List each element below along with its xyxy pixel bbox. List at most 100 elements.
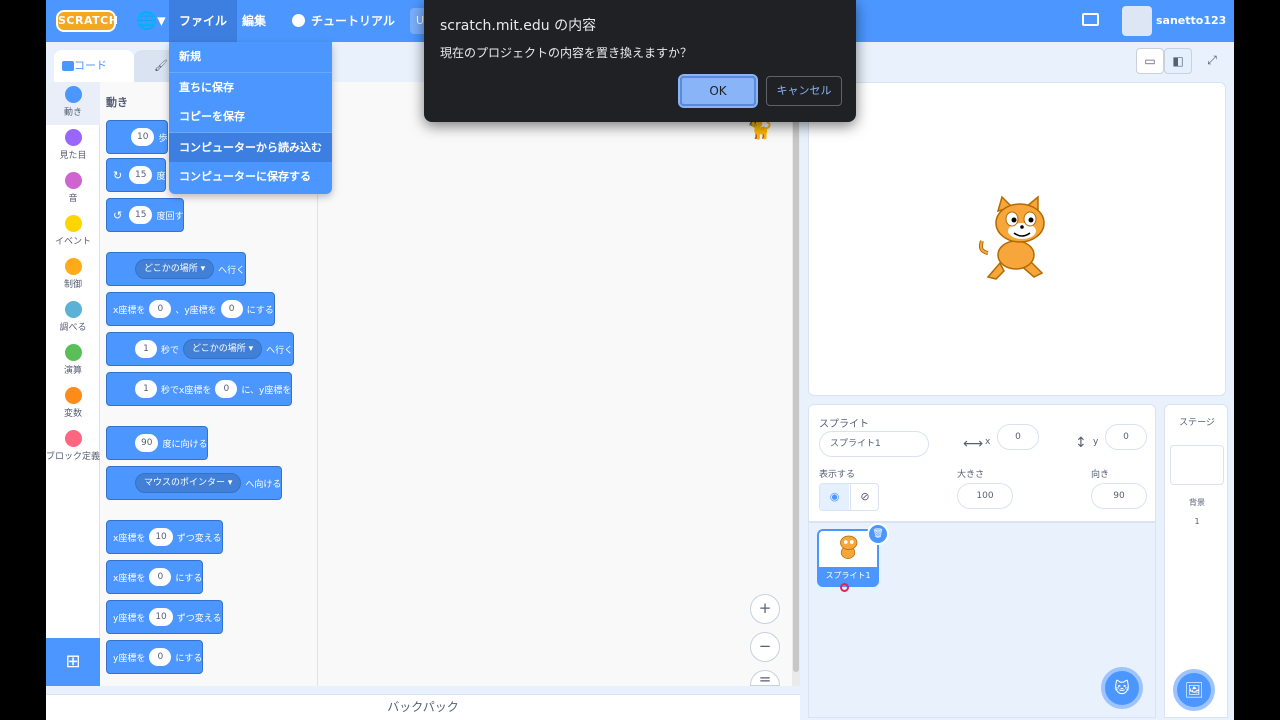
backpack[interactable]: バックパック [46, 694, 800, 720]
x-input[interactable]: 0 [997, 424, 1039, 450]
category-dot [64, 215, 82, 232]
tutorials-label: チュートリアル [311, 14, 395, 28]
category-my-blocks[interactable]: ブロック定義 [46, 426, 100, 476]
block-input[interactable]: 10 [149, 608, 173, 626]
menu-item-new[interactable]: 新規 [169, 42, 332, 72]
category-dot [64, 86, 82, 103]
add-extension-button[interactable]: ⊞ [46, 638, 100, 686]
stage-thumbnail[interactable] [1170, 445, 1224, 485]
block-move-steps[interactable]: 10 歩 [106, 120, 169, 154]
category-dot [64, 301, 82, 318]
script-area[interactable] [318, 82, 800, 686]
cancel-button[interactable]: キャンセル [766, 76, 842, 106]
block-set-x[interactable]: x座標を 0 にする [106, 560, 204, 594]
category-label: 音 [68, 194, 78, 204]
block-input[interactable]: 15 [129, 206, 153, 224]
y-label: y [1093, 437, 1099, 447]
block-text: へ行く [266, 345, 294, 356]
zoom-in-icon[interactable]: + [750, 594, 780, 624]
menu-item-save-copy[interactable]: コピーを保存 [169, 102, 332, 132]
block-glide-xy[interactable]: 1 秒でx座標を 0 に、y座標を [106, 372, 293, 406]
block-dropdown[interactable]: マウスのポインター ▾ [135, 473, 242, 493]
small-stage-icon[interactable]: ▭ [1136, 48, 1164, 74]
sprite-name-field[interactable]: スプライト1 [819, 431, 929, 457]
block-dropdown[interactable]: どこかの場所 ▾ [135, 259, 215, 279]
block-change-x[interactable]: x座標を 10 ずつ変える [106, 520, 223, 554]
fullscreen-icon[interactable]: ⤢ [1198, 48, 1226, 74]
category-label: 制御 [63, 280, 82, 290]
extension-icon: ⊞ [65, 651, 81, 672]
category-sensing[interactable]: 調べる [46, 297, 100, 340]
menu-item-save-now[interactable]: 直ちに保存 [169, 72, 332, 102]
dropdown-label: どこかの場所 [192, 344, 246, 354]
category-sound[interactable]: 音 [46, 168, 100, 211]
dropdown-label: マウスのポインター [144, 478, 226, 488]
block-point-towards[interactable]: マウスのポインター ▾ へ向ける [106, 466, 283, 500]
zoom-out-icon[interactable]: − [750, 632, 780, 662]
dialog-message: 現在のプロジェクトの内容を置き換えますか？ [440, 46, 693, 60]
script-scrollbar[interactable] [792, 82, 800, 686]
edit-menu[interactable]: 編集 [232, 0, 276, 42]
y-input[interactable]: 0 [1105, 424, 1147, 450]
block-input[interactable]: 90 [135, 434, 159, 452]
block-input[interactable]: 1 [135, 380, 157, 398]
block-input[interactable]: 0 [149, 568, 172, 586]
scrollbar-thumb[interactable] [793, 102, 799, 672]
cat-sprite-icon[interactable] [974, 193, 1064, 283]
category-variables[interactable]: 変数 [46, 383, 100, 426]
size-input[interactable]: 100 [957, 483, 1013, 509]
category-looks[interactable]: 見た目 [46, 125, 100, 168]
block-input[interactable]: 0 [149, 648, 172, 666]
category-label: 動き [63, 108, 82, 118]
username-label: sanetto123 [1156, 14, 1227, 27]
stage-canvas[interactable] [808, 82, 1226, 396]
menu-item-save-to-computer[interactable]: コンピューターに保存する [169, 162, 332, 192]
block-input[interactable]: 15 [129, 166, 153, 184]
add-backdrop-button[interactable]: 🖼 [1173, 669, 1215, 711]
category-motion[interactable]: 動き [46, 82, 100, 125]
tutorials-menu[interactable]: チュートリアル [282, 0, 405, 42]
rotate-left-icon: ↺ [113, 208, 123, 222]
block-turn-left[interactable]: ↺ 15 度回す [106, 198, 185, 232]
lightbulb-icon [292, 14, 305, 27]
block-change-y[interactable]: y座標を 10 ずつ変える [106, 600, 223, 634]
add-sprite-button[interactable]: 🐱 [1101, 667, 1143, 709]
ok-button[interactable]: OK [678, 74, 758, 108]
trash-icon[interactable]: 🗑 [867, 523, 889, 545]
block-goto-xy[interactable]: x座標を 0 、y座標を 0 にする [106, 292, 275, 326]
file-dropdown-menu: 新規 直ちに保存 コピーを保存 コンピューターから読み込む コンピューターに保存… [169, 42, 332, 194]
scratch-logo[interactable]: SCRATCH [56, 10, 118, 32]
avatar[interactable] [1122, 6, 1152, 36]
rotate-right-icon: ↻ [113, 168, 123, 182]
block-input[interactable]: 10 [149, 528, 173, 546]
block-input[interactable]: 10 [131, 128, 155, 146]
block-goto[interactable]: どこかの場所 ▾ へ行く [106, 252, 247, 286]
eye-hidden-icon[interactable]: ⊘ [850, 484, 878, 510]
block-input[interactable]: 0 [220, 300, 243, 318]
tab-code[interactable]: コード [54, 50, 134, 82]
block-set-y[interactable]: y座標を 0 にする [106, 640, 204, 674]
sprite-thumbnail[interactable]: スプライト1 🗑 [817, 523, 889, 587]
block-glide[interactable]: 1 秒で どこかの場所 ▾ へ行く [106, 332, 295, 366]
block-text: ずつ変える [176, 533, 222, 544]
file-menu[interactable]: ファイル [169, 0, 238, 42]
menu-item-load-from-computer[interactable]: コンピューターから読み込む [169, 132, 332, 162]
category-operators[interactable]: 演算 [46, 340, 100, 383]
category-label: 演算 [63, 366, 82, 376]
category-label: ブロック定義 [46, 452, 101, 462]
category-control[interactable]: 制御 [46, 254, 100, 297]
block-dropdown[interactable]: どこかの場所 ▾ [183, 339, 263, 359]
block-input[interactable]: 1 [135, 340, 157, 358]
block-text: 度 [156, 171, 166, 182]
language-globe-icon[interactable]: 🌐▾ [136, 10, 166, 32]
block-point-direction[interactable]: 90 度に向ける [106, 426, 209, 460]
block-input[interactable]: 0 [149, 300, 172, 318]
block-turn-right[interactable]: ↻ 15 度 [106, 158, 167, 192]
stage-selector[interactable]: ステージ 背景 1 🖼 [1164, 404, 1228, 718]
direction-input[interactable]: 90 [1091, 483, 1147, 509]
eye-icon[interactable]: ◉ [820, 484, 849, 510]
large-stage-icon[interactable]: ◧ [1164, 48, 1192, 74]
block-input[interactable]: 0 [215, 380, 238, 398]
folder-icon[interactable] [1082, 13, 1099, 26]
category-events[interactable]: イベント [46, 211, 100, 254]
